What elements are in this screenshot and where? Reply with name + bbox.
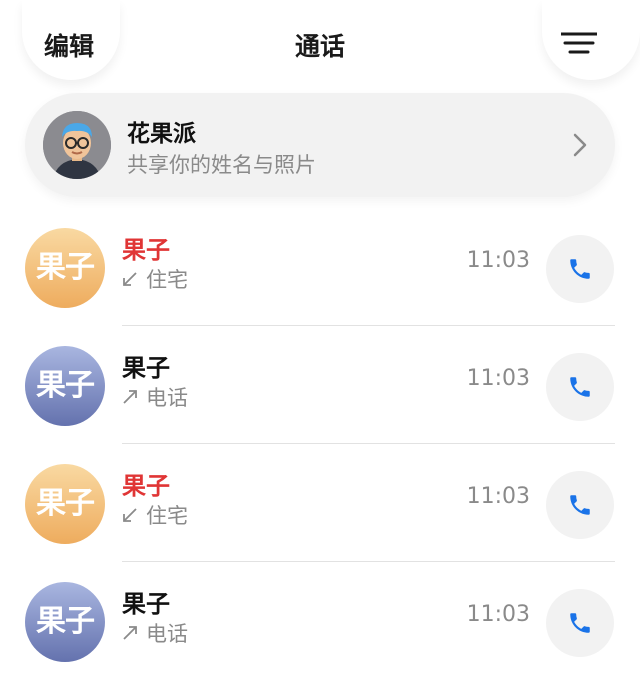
call-time: 11:03 <box>466 366 530 391</box>
my-profile-card[interactable]: 花果派 共享你的姓名与照片 <box>25 93 615 197</box>
contact-avatar: 果子 <box>25 582 105 662</box>
call-log-row[interactable]: 果子 果子 电话 11:03 <box>0 562 640 680</box>
call-back-button[interactable] <box>546 471 614 539</box>
call-type-label: 住宅 <box>146 268 188 292</box>
contact-name: 果子 <box>122 236 170 264</box>
chevron-right-icon <box>573 133 587 157</box>
contact-name: 果子 <box>122 354 170 382</box>
call-log-row[interactable]: 果子 果子 电话 11:03 <box>0 326 640 444</box>
profile-subtitle: 共享你的姓名与照片 <box>127 153 316 177</box>
call-log-row[interactable]: 果子 果子 住宅 11:03 <box>0 208 640 326</box>
call-type-label: 住宅 <box>146 504 188 528</box>
call-type-label: 电话 <box>146 386 188 410</box>
phone-icon <box>570 377 590 397</box>
call-type: 住宅 <box>122 264 188 294</box>
menu-icon[interactable] <box>561 32 597 54</box>
call-type: 电话 <box>122 382 188 412</box>
page-title: 通话 <box>294 32 345 61</box>
call-time: 11:03 <box>466 248 530 273</box>
phone-icon <box>570 259 590 279</box>
outgoing-arrow-icon <box>123 390 137 404</box>
outgoing-arrow-icon <box>123 626 137 640</box>
call-back-button[interactable] <box>546 353 614 421</box>
call-type: 住宅 <box>122 500 188 530</box>
call-back-button[interactable] <box>546 589 614 657</box>
call-log-row[interactable]: 果子 果子 住宅 11:03 <box>0 444 640 562</box>
call-time: 11:03 <box>466 602 530 627</box>
memoji-avatar <box>43 111 111 179</box>
incoming-arrow-icon <box>123 508 137 522</box>
phone-icon <box>570 495 590 515</box>
contact-avatar: 果子 <box>25 464 105 544</box>
contact-avatar: 果子 <box>25 228 105 308</box>
contact-name: 果子 <box>122 472 170 500</box>
contact-name: 果子 <box>122 590 170 618</box>
call-type-label: 电话 <box>146 622 188 646</box>
call-back-button[interactable] <box>546 235 614 303</box>
profile-name: 花果派 <box>127 121 196 147</box>
top-bar: 编辑 通话 <box>0 0 640 90</box>
incoming-arrow-icon <box>123 272 137 286</box>
call-type: 电话 <box>122 618 188 648</box>
contact-avatar: 果子 <box>25 346 105 426</box>
phone-icon <box>570 613 590 633</box>
call-time: 11:03 <box>466 484 530 509</box>
